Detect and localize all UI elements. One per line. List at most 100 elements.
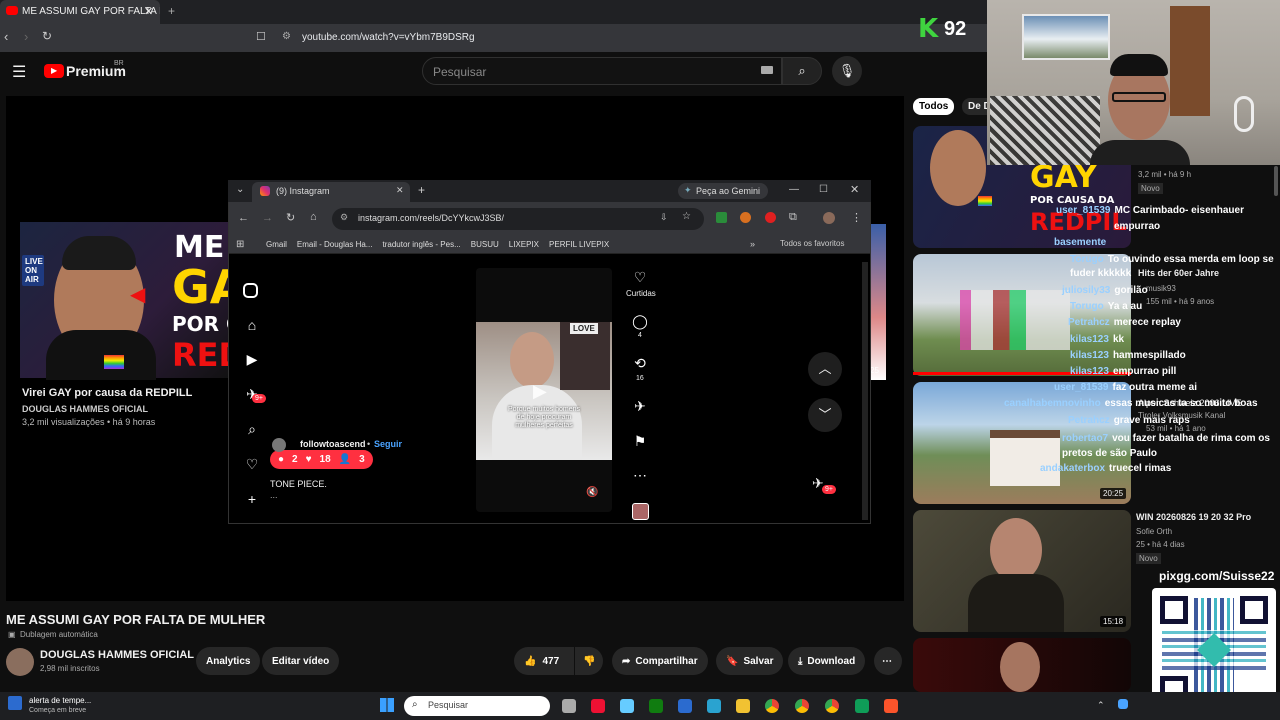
channel-avatar[interactable] [6, 648, 34, 676]
instagram-logo-icon[interactable] [243, 283, 258, 298]
ig-menu-icon[interactable]: ⋮ [851, 211, 862, 224]
thumb-title[interactable]: Virei GAY por causa da REDPILL [22, 387, 192, 399]
ig-tab[interactable]: (9) Instagram ✕ [252, 182, 410, 202]
forward-icon[interactable]: › [24, 29, 28, 44]
bookmark-icon[interactable]: ☐ [256, 30, 266, 43]
more-actions-button[interactable]: ⋯ [874, 647, 902, 675]
more-bookmarks-icon[interactable]: » [750, 239, 755, 249]
share-button[interactable]: ➦ Compartilhar [612, 647, 708, 675]
follow-button[interactable]: Seguir [374, 439, 402, 449]
chrome-icon[interactable] [765, 699, 779, 713]
weather-alert-icon[interactable] [8, 696, 22, 710]
xbox-icon[interactable] [649, 699, 663, 713]
new-tab-icon[interactable]: + [168, 4, 175, 18]
ig-site-info-icon[interactable]: ⚙ [340, 212, 348, 223]
bookmark-gmail[interactable]: Gmail [266, 240, 287, 249]
file-explorer-icon[interactable] [736, 699, 750, 713]
windows-start-icon[interactable] [380, 698, 394, 712]
tray-expand-icon[interactable]: ⌃ [1097, 700, 1105, 711]
next-reel-button[interactable]: ﹀ [808, 398, 842, 432]
maximize-icon[interactable]: ☐ [819, 184, 828, 195]
app-notes-icon[interactable] [678, 699, 692, 713]
chip-all[interactable]: Todos [913, 98, 955, 115]
share-icon[interactable]: ✈ [631, 397, 649, 415]
ig-reload-icon[interactable]: ↻ [286, 211, 295, 224]
save-button[interactable]: 🔖 Salvar [716, 647, 784, 675]
messages-float-button[interactable]: ✈ 9+ [804, 472, 838, 498]
save-reel-icon[interactable]: ⚑ [631, 432, 649, 450]
audio-thumbnail-icon[interactable] [632, 503, 649, 520]
like-icon[interactable]: ♡ [631, 268, 649, 286]
app-monitor-icon[interactable] [707, 699, 721, 713]
app-red-icon[interactable] [591, 699, 605, 713]
weather-title[interactable]: alerta de tempe... [29, 696, 91, 705]
ig-new-tab-icon[interactable]: + [418, 183, 425, 197]
voice-search-button[interactable]: 🎙 [832, 56, 862, 86]
menu-icon[interactable]: ☰ [12, 62, 26, 82]
extension-orange-icon[interactable] [740, 212, 751, 223]
ig-scrollbar[interactable] [862, 262, 868, 520]
thumb-channel[interactable]: DOUGLAS HAMMES OFICIAL [22, 404, 148, 414]
search-input[interactable]: Pesquisar [422, 57, 782, 85]
install-icon[interactable]: ⇩ [660, 212, 668, 223]
close-ig-tab-icon[interactable]: ✕ [396, 185, 404, 196]
reload-icon[interactable]: ↻ [42, 29, 52, 43]
more-options-icon[interactable]: ⋯ [631, 466, 649, 484]
create-icon[interactable]: + [243, 490, 261, 508]
chrome-active-icon[interactable] [795, 699, 809, 713]
close-window-icon[interactable]: ✕ [850, 183, 859, 196]
minimize-icon[interactable]: — [789, 184, 799, 195]
ig-home-icon[interactable]: ⌂ [310, 211, 317, 223]
search-nav-icon[interactable]: ⌕ [243, 420, 261, 438]
extension-red-icon[interactable] [765, 212, 776, 223]
previous-reel-button[interactable]: ︿ [808, 352, 842, 386]
all-favorites[interactable]: Todos os favoritos [780, 239, 844, 248]
close-tab-icon[interactable]: ✕ [144, 5, 153, 18]
site-info-icon[interactable]: ⚙ [282, 31, 291, 42]
apps-icon[interactable]: ⊞ [236, 239, 244, 250]
app-vpn-icon[interactable] [620, 699, 634, 713]
channel-name[interactable]: DOUGLAS HAMMES OFICIAL [40, 649, 194, 661]
back-icon[interactable]: ‹ [4, 29, 8, 44]
tray-app-icon[interactable] [1118, 699, 1128, 709]
comment-icon[interactable]: ◯ [631, 312, 649, 330]
play-icon[interactable]: ▶ [533, 381, 547, 402]
notification-pill[interactable]: ● 2 ♥ 18 👤 3 [270, 450, 373, 469]
youtube-logo-icon[interactable]: ▶ [44, 64, 64, 78]
brave-icon[interactable] [884, 699, 898, 713]
gemini-button[interactable]: ✦ Peça ao Gemini [678, 183, 768, 199]
ig-url-field[interactable]: ⚙ instagram.com/reels/DcYYkcwJ3SB/ ⇩ ☆ [332, 208, 704, 230]
app-green-icon[interactable] [855, 699, 869, 713]
like-button[interactable]: 👍 477 [514, 647, 574, 675]
mute-icon[interactable]: 🔇 [586, 487, 598, 498]
reel-username[interactable]: followtoascend [300, 439, 366, 449]
chrome-profile-icon[interactable] [825, 699, 839, 713]
browser-tab-youtube[interactable]: ME ASSUMI GAY POR FALTA DE ✕ [0, 0, 160, 24]
home-icon[interactable]: ⌂ [243, 316, 261, 334]
analytics-button[interactable]: Analytics [196, 647, 261, 675]
bookmark-email[interactable]: Email - Douglas Ha... [297, 240, 373, 249]
reels-icon[interactable]: ▶ [243, 350, 261, 368]
tab-list-icon[interactable]: ⌄ [236, 184, 244, 195]
bookmark-lixepix[interactable]: LIXEPIX [509, 240, 539, 249]
bookmark-livepix[interactable]: PERFIL LIVEPIX [549, 240, 609, 249]
notifications-heart-icon[interactable]: ♡ [243, 455, 261, 473]
edit-video-button[interactable]: Editar vídeo [262, 647, 340, 675]
repost-icon[interactable]: ⟲ [631, 354, 649, 372]
bookmark-translator[interactable]: tradutor inglês - Pes... [382, 240, 460, 249]
url-field[interactable]: ⚙ youtube.com/watch?v=vYbm7B9DSRg [276, 28, 756, 48]
star-icon[interactable]: ☆ [682, 211, 691, 222]
reel-author-avatar[interactable] [272, 438, 286, 452]
search-button[interactable]: ⌕ [782, 57, 822, 85]
task-view-icon[interactable] [562, 699, 576, 713]
profile-avatar-icon[interactable] [823, 212, 835, 224]
ig-forward-icon[interactable]: → [262, 212, 273, 224]
keyboard-icon[interactable] [761, 66, 773, 74]
bookmark-busuu[interactable]: BUSUU [471, 240, 499, 249]
extension-green-icon[interactable] [716, 212, 727, 223]
taskbar-search[interactable]: ⌕ Pesquisar [404, 696, 550, 716]
download-button[interactable]: ⤓ Download [788, 647, 866, 675]
extensions-icon[interactable]: ⧉ [789, 211, 797, 224]
sidebar-scrollbar[interactable] [1274, 166, 1278, 196]
ig-back-icon[interactable]: ← [238, 212, 249, 224]
